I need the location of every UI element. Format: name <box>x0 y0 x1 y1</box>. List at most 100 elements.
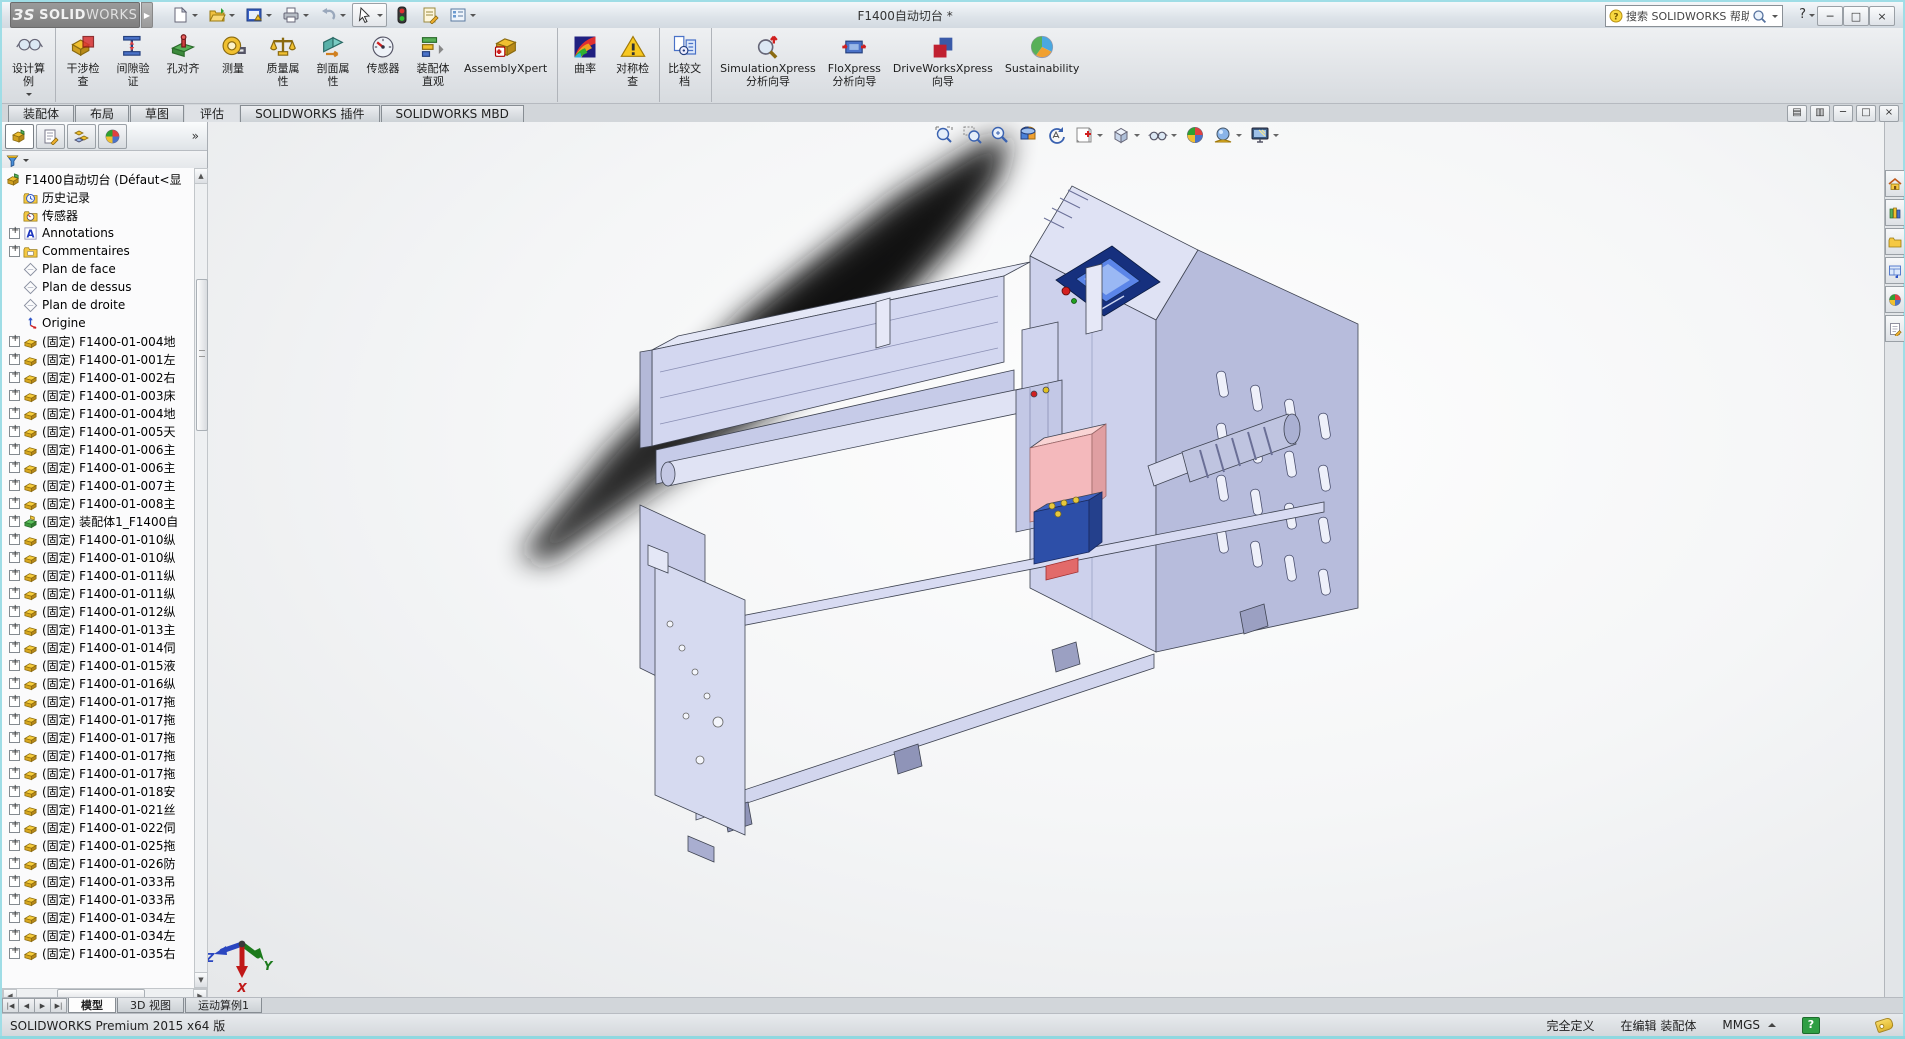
tree-item[interactable]: (固定) F1400-01-013主 <box>2 620 194 638</box>
solidworks-resources-button[interactable] <box>1885 170 1904 197</box>
mass-properties-tool[interactable]: 质量属 性 <box>258 28 308 102</box>
tree-item[interactable]: (固定) F1400-01-007主 <box>2 476 194 494</box>
expand-icon[interactable] <box>9 516 20 527</box>
tab-layout[interactable]: 布局 <box>75 105 129 122</box>
tree-item[interactable]: 历史记录 <box>2 188 194 206</box>
expand-icon[interactable] <box>9 642 20 653</box>
apply-scene-button[interactable] <box>1211 124 1244 146</box>
expand-icon[interactable] <box>9 354 20 365</box>
panel-overflow-button[interactable]: » <box>192 129 199 143</box>
motion-study-tab[interactable]: 运动算例1 <box>185 998 262 1013</box>
tag-icon[interactable] <box>1875 1017 1895 1034</box>
tree-item[interactable]: (固定) F1400-01-006主 <box>2 458 194 476</box>
tree-item[interactable]: (固定) F1400-01-034左 <box>2 926 194 944</box>
units-selector[interactable]: MMGS <box>1722 1018 1776 1032</box>
curvature-tool[interactable]: 曲率 <box>560 28 610 102</box>
compare-documents-tool[interactable]: 比较文 档 <box>662 28 712 102</box>
expand-icon[interactable] <box>9 372 20 383</box>
expand-icon[interactable] <box>9 246 20 257</box>
tree-item[interactable]: (固定) F1400-01-004地 <box>2 332 194 350</box>
tree-item[interactable]: (固定) F1400-01-033吊 <box>2 872 194 890</box>
tree-item[interactable]: (固定) F1400-01-012纵 <box>2 602 194 620</box>
simulationxpress-tool[interactable]: SimulationXpress 分析向导 <box>714 28 822 102</box>
expand-icon[interactable] <box>9 480 20 491</box>
view-palette-button[interactable] <box>1885 257 1904 284</box>
tree-item[interactable]: (固定) F1400-01-005天 <box>2 422 194 440</box>
doc-maximize-button[interactable]: □ <box>1856 105 1876 122</box>
tree-item[interactable]: (固定) F1400-01-011纵 <box>2 584 194 602</box>
scroll-prev-button[interactable]: ◀ <box>18 998 34 1013</box>
tab-evaluate[interactable]: 评估 <box>185 105 239 122</box>
expand-icon[interactable] <box>9 858 20 869</box>
scroll-first-button[interactable]: |◀ <box>2 998 18 1013</box>
displaymanager-tab[interactable] <box>98 124 127 149</box>
floxpress-tool[interactable]: FloXpress 分析向导 <box>822 28 887 102</box>
tree-item[interactable]: (固定) F1400-01-018安 <box>2 782 194 800</box>
expand-icon[interactable] <box>9 462 20 473</box>
scroll-last-button[interactable]: ▶| <box>50 998 67 1013</box>
expand-icon[interactable] <box>9 696 20 707</box>
appearances-scenes-button[interactable] <box>1885 286 1904 313</box>
sustainability-tool[interactable]: Sustainability <box>999 28 1085 102</box>
print-button[interactable] <box>278 3 313 27</box>
save-button[interactable] <box>241 3 276 27</box>
tree-item[interactable]: (固定) F1400-01-026防 <box>2 854 194 872</box>
expand-icon[interactable] <box>9 930 20 941</box>
view-settings-button[interactable] <box>1248 124 1281 146</box>
section-properties-tool[interactable]: 剖面属 性 <box>308 28 358 102</box>
expand-icon[interactable] <box>9 894 20 905</box>
tree-item[interactable]: (固定) F1400-01-004地 <box>2 404 194 422</box>
expand-icon[interactable] <box>9 660 20 671</box>
expand-icon[interactable] <box>9 912 20 923</box>
hole-align-tool[interactable]: 孔对齐 <box>158 28 208 102</box>
model-tab[interactable]: 模型 <box>68 998 116 1013</box>
symmetry-check-tool[interactable]: 对称检 查 <box>610 28 660 102</box>
expand-icon[interactable] <box>9 534 20 545</box>
tree-item[interactable]: (固定) F1400-01-016纵 <box>2 674 194 692</box>
tree-item[interactable]: (固定) F1400-01-015液 <box>2 656 194 674</box>
tree-item[interactable]: (固定) F1400-01-017拖 <box>2 746 194 764</box>
tree-item[interactable]: (固定) F1400-01-017拖 <box>2 764 194 782</box>
tree-item[interactable]: (固定) F1400-01-035右 <box>2 944 194 962</box>
tree-item[interactable]: (固定) F1400-01-011纵 <box>2 566 194 584</box>
tree-item[interactable]: (固定) 装配体1_F1400自 <box>2 512 194 530</box>
undo-button[interactable] <box>315 3 350 27</box>
expand-icon[interactable] <box>9 426 20 437</box>
expand-icon[interactable] <box>9 498 20 509</box>
expand-icon[interactable] <box>9 336 20 347</box>
expand-icon[interactable] <box>9 948 20 959</box>
expand-icon[interactable] <box>9 750 20 761</box>
assembly-visualization-tool[interactable]: 装配体 直观 <box>408 28 458 102</box>
interference-check-tool[interactable]: 干涉检 查 <box>58 28 108 102</box>
expand-icon[interactable] <box>9 732 20 743</box>
tree-item[interactable]: 传感器 <box>2 206 194 224</box>
select-button[interactable] <box>352 3 387 27</box>
rotate-view-button[interactable] <box>1044 124 1068 146</box>
expand-icon[interactable] <box>9 822 20 833</box>
tree-item[interactable]: (固定) F1400-01-002右 <box>2 368 194 386</box>
rebuild-button[interactable] <box>389 3 415 27</box>
expand-icon[interactable] <box>9 390 20 401</box>
expand-icon[interactable] <box>9 228 20 239</box>
expand-icon[interactable] <box>9 804 20 815</box>
tree-item[interactable]: Commentaires <box>2 242 194 260</box>
edit-appearance-button[interactable] <box>1183 124 1207 146</box>
driveworksxpress-tool[interactable]: DriveWorksXpress 向导 <box>887 28 999 102</box>
tree-item[interactable]: (固定) F1400-01-033吊 <box>2 890 194 908</box>
tab-assembly[interactable]: 装配体 <box>8 105 74 122</box>
tree-item[interactable]: Origine <box>2 314 194 332</box>
zoom-fit-button[interactable] <box>932 124 956 146</box>
tree-item[interactable]: (固定) F1400-01-010纵 <box>2 530 194 548</box>
expand-icon[interactable] <box>9 588 20 599</box>
menu-expand-arrow[interactable]: ▶ <box>141 2 153 28</box>
magnify-button[interactable] <box>988 124 1012 146</box>
section-view-button[interactable] <box>1016 124 1040 146</box>
expand-icon[interactable] <box>9 552 20 563</box>
tree-item[interactable]: (固定) F1400-01-017拖 <box>2 692 194 710</box>
scroll-next-button[interactable]: ▶ <box>34 998 50 1013</box>
expand-icon[interactable] <box>9 768 20 779</box>
expand-icon[interactable] <box>9 624 20 635</box>
open-button[interactable] <box>204 3 239 27</box>
help-button[interactable]: ? <box>1799 7 1815 22</box>
tree-root-item[interactable]: F1400自动切台 (Défaut<显 <box>2 170 194 188</box>
